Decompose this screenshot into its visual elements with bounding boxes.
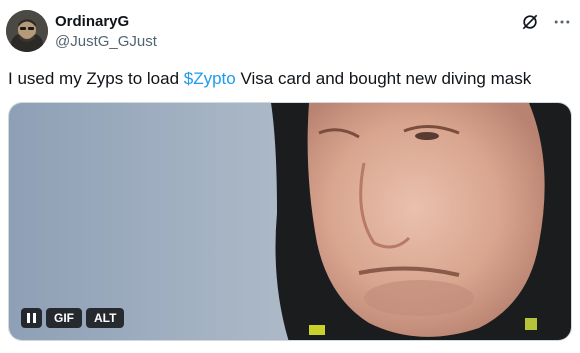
alt-button[interactable]: ALT <box>86 308 125 328</box>
media-controls: GIF ALT <box>21 308 125 328</box>
pause-icon <box>27 313 36 323</box>
author-handle[interactable]: @JustG_GJust <box>55 32 157 51</box>
more-icon[interactable] <box>552 12 572 32</box>
author-names: OrdinaryG @JustG_GJust <box>55 12 157 51</box>
gif-badge[interactable]: GIF <box>46 308 82 328</box>
gif-media[interactable]: GIF ALT <box>8 102 572 341</box>
tweet-text-before: I used my Zyps to load <box>8 69 184 88</box>
tweet-top-actions <box>520 12 572 32</box>
tweet-text-after: Visa card and bought new diving mask <box>235 69 532 88</box>
tweet[interactable]: OrdinaryG @JustG_GJust I used my Zyps to… <box>0 0 580 353</box>
author-display-name[interactable]: OrdinaryG <box>55 12 157 31</box>
gif-frame <box>9 103 571 340</box>
pause-button[interactable] <box>21 308 42 328</box>
tweet-text: I used my Zyps to load $Zypto Visa card … <box>8 68 531 90</box>
cashtag-link[interactable]: $Zypto <box>184 69 236 88</box>
avatar[interactable] <box>6 10 48 52</box>
grok-icon[interactable] <box>520 12 540 32</box>
